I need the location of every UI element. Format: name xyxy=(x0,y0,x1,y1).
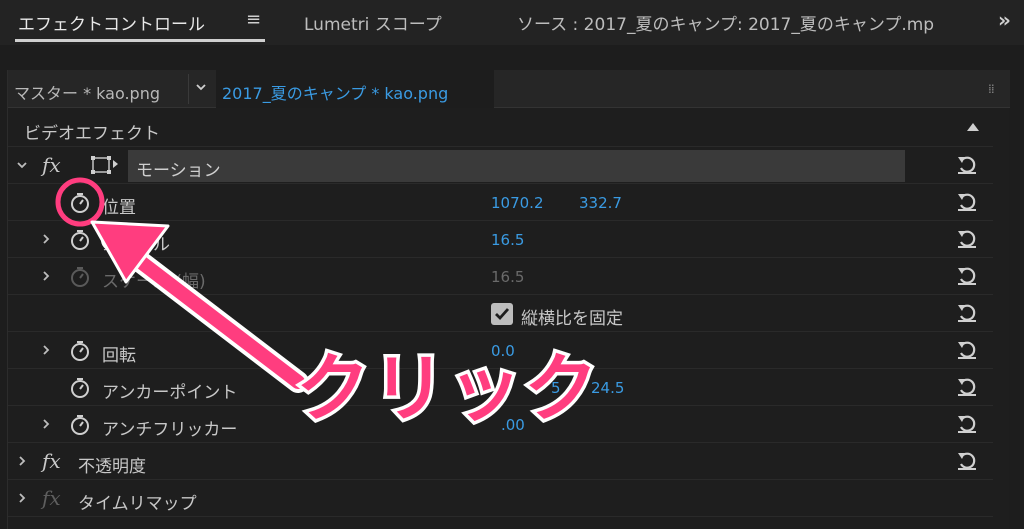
tab-master-clip[interactable]: マスター * kao.png xyxy=(14,80,160,104)
reset-icon[interactable] xyxy=(955,375,979,399)
scroll-up-icon[interactable] xyxy=(966,122,980,132)
position-label: 位置 xyxy=(102,198,136,218)
chevron-right-icon[interactable] xyxy=(16,455,28,467)
uniform-scale-label: 縦横比を固定 xyxy=(521,309,623,329)
effect-motion[interactable]: fx モーション xyxy=(8,147,993,184)
video-effects-label: ビデオエフェクト xyxy=(24,124,160,144)
scale-width-value: 16.5 xyxy=(491,268,525,286)
fx-icon[interactable]: fx xyxy=(42,449,61,473)
scale-width-label: スケール (幅) xyxy=(102,272,206,292)
reset-icon[interactable] xyxy=(955,338,979,362)
transform-icon[interactable] xyxy=(90,154,120,176)
chevron-right-icon[interactable] xyxy=(40,418,52,430)
stopwatch-icon[interactable] xyxy=(70,340,90,362)
tab-lumetri-scopes[interactable]: Lumetri スコープ xyxy=(304,10,442,35)
stopwatch-icon xyxy=(71,267,89,287)
reset-icon[interactable] xyxy=(955,449,979,473)
video-effects-header: ビデオエフェクト xyxy=(8,110,993,147)
panel-grip-icon[interactable]: ⁞⁞ xyxy=(988,82,995,96)
property-uniform-scale: 縦横比を固定 xyxy=(8,295,993,332)
property-scale: スケール 16.5 xyxy=(8,221,993,258)
chevron-right-icon[interactable] xyxy=(40,233,52,245)
reset-icon[interactable] xyxy=(955,412,979,436)
sequence-clip-label: 2017_夏のキャンプ * kao.png xyxy=(222,84,449,103)
tab-effect-controls[interactable]: エフェクトコントロール xyxy=(18,10,205,35)
stopwatch-icon[interactable] xyxy=(70,377,90,399)
reset-icon[interactable] xyxy=(955,190,979,214)
stopwatch-icon[interactable] xyxy=(70,192,90,214)
stopwatch-icon[interactable] xyxy=(70,414,90,436)
effect-time-remap[interactable]: fx タイムリマップ xyxy=(8,480,993,517)
opacity-label: 不透明度 xyxy=(78,457,146,477)
antiflicker-label: アンチフリッカー xyxy=(102,420,238,440)
fx-icon: fx xyxy=(42,486,61,510)
checkmark-icon xyxy=(495,308,510,321)
fx-icon[interactable]: fx xyxy=(42,153,61,177)
reset-icon[interactable] xyxy=(955,227,979,251)
annotation-click-label: クリック xyxy=(293,346,602,432)
property-position: 位置 1070.2 332.7 xyxy=(8,184,993,221)
chevron-right-icon[interactable] xyxy=(40,344,52,356)
rotation-label: 回転 xyxy=(102,346,136,366)
chevron-down-icon[interactable] xyxy=(16,159,28,171)
anchor-point-label: アンカーポイント xyxy=(102,383,238,403)
reset-icon[interactable] xyxy=(955,153,979,177)
uniform-scale-checkbox[interactable] xyxy=(491,303,513,325)
effect-opacity[interactable]: fx 不透明度 xyxy=(8,443,993,480)
tab-sequence-clip[interactable]: 2017_夏のキャンプ * kao.png xyxy=(216,70,494,108)
clip-tab-bar: マスター * kao.png 2017_夏のキャンプ * kao.png ⁞⁞ xyxy=(8,70,1010,108)
motion-label: モーション xyxy=(136,161,221,181)
panel-menu-icon[interactable]: ≡ xyxy=(246,9,261,30)
effect-rows: ビデオエフェクト fx モーション 位置 1070.2 332.7 スケール 1… xyxy=(8,110,993,517)
position-x-value[interactable]: 1070.2 xyxy=(491,194,544,212)
chevron-right-icon[interactable] xyxy=(16,492,28,504)
scale-value[interactable]: 16.5 xyxy=(491,231,524,249)
reset-icon[interactable] xyxy=(955,301,979,325)
effect-controls-panel: マスター * kao.png 2017_夏のキャンプ * kao.png ⁞⁞ … xyxy=(7,70,1010,529)
time-remap-label: タイムリマップ xyxy=(78,494,197,514)
stopwatch-icon[interactable] xyxy=(70,229,90,251)
panel-tab-bar: エフェクトコントロール ≡ Lumetri スコープ ソース : 2017_夏の… xyxy=(0,0,1024,45)
motion-header-bar[interactable]: モーション xyxy=(128,150,905,182)
tab-overflow-icon[interactable]: » xyxy=(998,8,1011,32)
scale-label: スケール xyxy=(102,235,170,255)
position-y-value[interactable]: 332.7 xyxy=(579,194,622,212)
active-tab-indicator xyxy=(15,39,265,42)
chevron-right-icon[interactable] xyxy=(40,270,52,282)
reset-icon[interactable] xyxy=(955,264,979,288)
tab-source[interactable]: ソース : 2017_夏のキャンプ: 2017_夏のキャンプ.mp xyxy=(517,10,955,35)
chevron-down-icon[interactable] xyxy=(194,80,208,94)
divider xyxy=(188,74,189,104)
property-scale-width: スケール (幅) 16.5 xyxy=(8,258,993,295)
